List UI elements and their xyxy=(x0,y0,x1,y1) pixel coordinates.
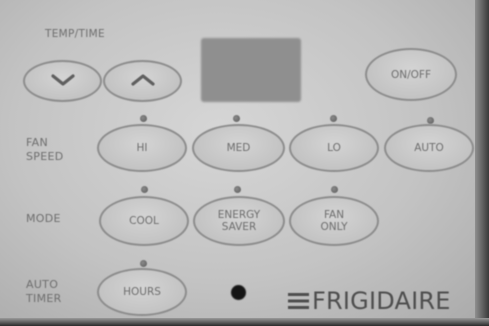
timer-hours-button[interactable]: HOURS xyxy=(97,268,187,316)
auto-indicator-led xyxy=(427,117,434,124)
brand-name: FRIGIDAIRE xyxy=(312,287,451,315)
fan-lo-button[interactable]: LO xyxy=(289,124,379,172)
temp-up-button[interactable] xyxy=(103,60,182,102)
frigidaire-logo-icon xyxy=(288,292,309,310)
energy-saver-indicator-led xyxy=(234,186,241,193)
digital-display xyxy=(201,38,301,102)
fan-auto-button[interactable]: AUTO xyxy=(384,124,474,172)
brand-logo: FRIGIDAIRE xyxy=(288,287,451,315)
on-off-button[interactable]: ON/OFF xyxy=(365,48,457,101)
med-indicator-led xyxy=(233,115,240,122)
fan-speed-label: FAN SPEED xyxy=(26,136,64,163)
mode-fan-only-button[interactable]: FAN ONLY xyxy=(289,196,379,246)
ir-sensor xyxy=(231,285,246,300)
mode-label: MODE xyxy=(26,212,61,225)
mode-energy-saver-button[interactable]: ENERGY SAVER xyxy=(193,196,285,246)
control-panel: TEMP/TIME FAN SPEED MODE AUTO TIMER ON/O… xyxy=(0,0,489,326)
temp-time-label: TEMP/TIME xyxy=(45,28,105,40)
fan-med-button[interactable]: MED xyxy=(192,124,285,172)
panel-edge-right xyxy=(475,0,489,326)
lo-indicator-led xyxy=(330,115,337,122)
hours-indicator-led xyxy=(140,260,147,267)
chevron-up-icon xyxy=(130,73,156,90)
temp-down-button[interactable] xyxy=(23,60,102,102)
cool-indicator-led xyxy=(141,186,148,193)
fan-only-indicator-led xyxy=(331,186,338,193)
chevron-down-icon xyxy=(50,73,76,90)
fan-hi-button[interactable]: HI xyxy=(97,124,187,172)
mode-cool-button[interactable]: COOL xyxy=(99,196,189,246)
hi-indicator-led xyxy=(140,115,147,122)
auto-timer-label: AUTO TIMER xyxy=(26,278,62,305)
panel-edge-bottom xyxy=(0,318,489,326)
